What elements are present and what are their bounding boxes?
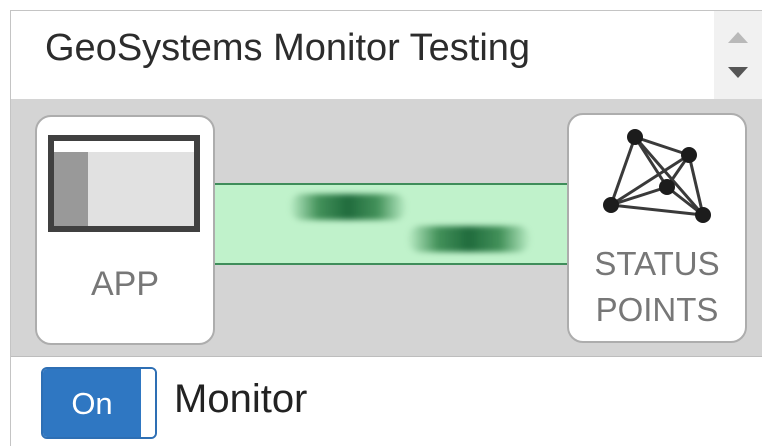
monitor-select[interactable]: GeoSystems Monitor Testing xyxy=(11,11,762,99)
network-graph-icon xyxy=(603,129,711,223)
toggle-on-segment: On xyxy=(43,369,141,437)
app-node-label: APP xyxy=(90,265,160,303)
status-points-node[interactable]: STATUS POINTS xyxy=(567,113,747,343)
traffic-pulse xyxy=(407,226,531,252)
connection-link xyxy=(213,183,569,265)
toggle-state-label: On xyxy=(71,386,113,421)
traffic-pulse xyxy=(289,194,407,220)
status-label-line2: POINTS xyxy=(595,291,719,328)
status-label-line1: STATUS xyxy=(594,245,720,282)
app-node[interactable]: APP xyxy=(35,115,215,345)
monitor-widget: GeoSystems Monitor Testing APP STATUS PO… xyxy=(10,10,762,446)
triangle-up-icon[interactable] xyxy=(728,32,748,43)
app-window-sidepanel xyxy=(54,152,88,226)
status-points-label: STATUS POINTS xyxy=(569,241,745,333)
connection-diagram: APP STATUS POINTS xyxy=(11,99,762,357)
toggle-knob[interactable] xyxy=(141,369,155,437)
triangle-down-icon[interactable] xyxy=(728,67,748,78)
monitor-toggle[interactable]: On xyxy=(41,367,157,439)
app-window-icon xyxy=(48,135,200,232)
selected-monitor-name: GeoSystems Monitor Testing xyxy=(45,27,531,69)
select-spinner[interactable] xyxy=(714,11,762,99)
app-window-titlebar xyxy=(54,141,194,152)
monitor-toggle-label: Monitor xyxy=(174,377,308,421)
